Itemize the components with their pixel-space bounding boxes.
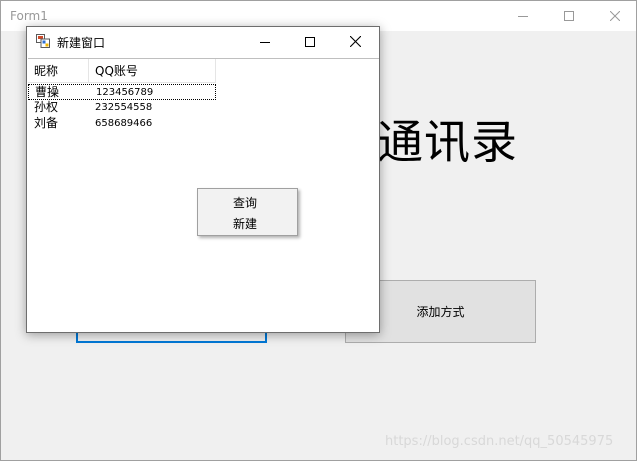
contacts-listview[interactable]: 昵称 QQ账号 曹操 123456789 孙权 232554558 刘备 658… [28,59,216,169]
maximize-icon [564,11,574,21]
listview-header: 昵称 QQ账号 [28,59,216,83]
main-maximize-button[interactable] [546,1,592,31]
app-icon [36,34,50,48]
child-window-title: 新建窗口 [57,36,106,50]
minimize-icon [260,41,270,43]
child-close-button[interactable] [333,27,377,56]
child-window: 新建窗口 昵称 QQ账号 曹操 123456789 孙权 232554558 刘… [26,26,380,333]
column-header-qq[interactable]: QQ账号 [89,59,216,83]
child-maximize-button[interactable] [288,27,332,56]
context-menu: 查询 新建 [197,188,298,236]
main-minimize-button[interactable] [500,1,546,31]
column-header-nickname[interactable]: 昵称 [28,59,89,83]
main-close-button[interactable] [592,1,637,31]
row-qq: 232554558 [95,102,153,113]
maximize-icon [305,36,315,47]
row-qq: 123456789 [96,87,154,98]
row-nickname: 曹操 [35,85,60,99]
watermark: https://blog.csdn.net/qq_50545975 [385,434,614,449]
main-window-title: Form1 [10,9,48,23]
minimize-icon [518,16,528,17]
close-icon [349,36,361,47]
contacts-title-label: 通讯录 [377,115,518,169]
child-minimize-button[interactable] [243,27,287,56]
table-row[interactable]: 刘备 658689466 [28,116,216,132]
row-qq: 658689466 [95,118,153,129]
menu-item-query[interactable]: 查询 [233,194,257,211]
close-icon [610,11,620,21]
table-row[interactable]: 曹操 123456789 [28,84,216,100]
row-nickname: 孙权 [34,100,59,114]
child-titlebar[interactable]: 新建窗口 [27,27,379,56]
table-row[interactable]: 孙权 232554558 [28,100,216,116]
menu-item-new[interactable]: 新建 [233,215,257,232]
row-nickname: 刘备 [34,116,59,130]
